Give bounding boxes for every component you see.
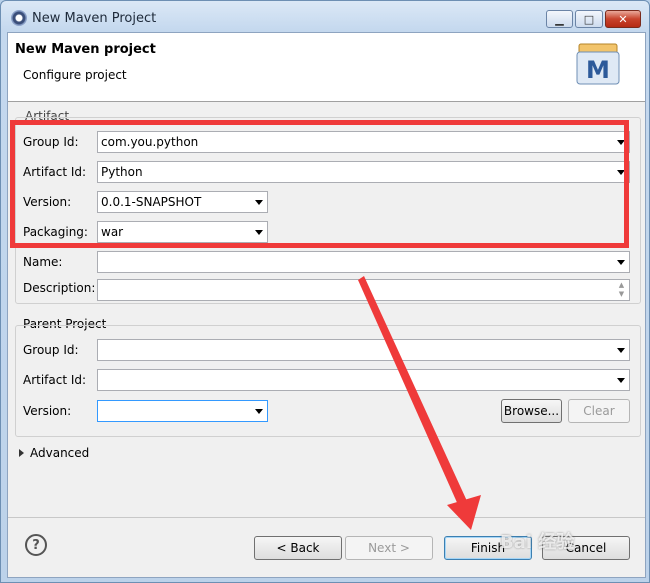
annotation-arrow	[358, 276, 481, 530]
watermark: Bai 经验	[500, 532, 575, 553]
annotation-arrow-shaft	[358, 276, 472, 516]
annotation-arrow-head	[447, 495, 481, 530]
